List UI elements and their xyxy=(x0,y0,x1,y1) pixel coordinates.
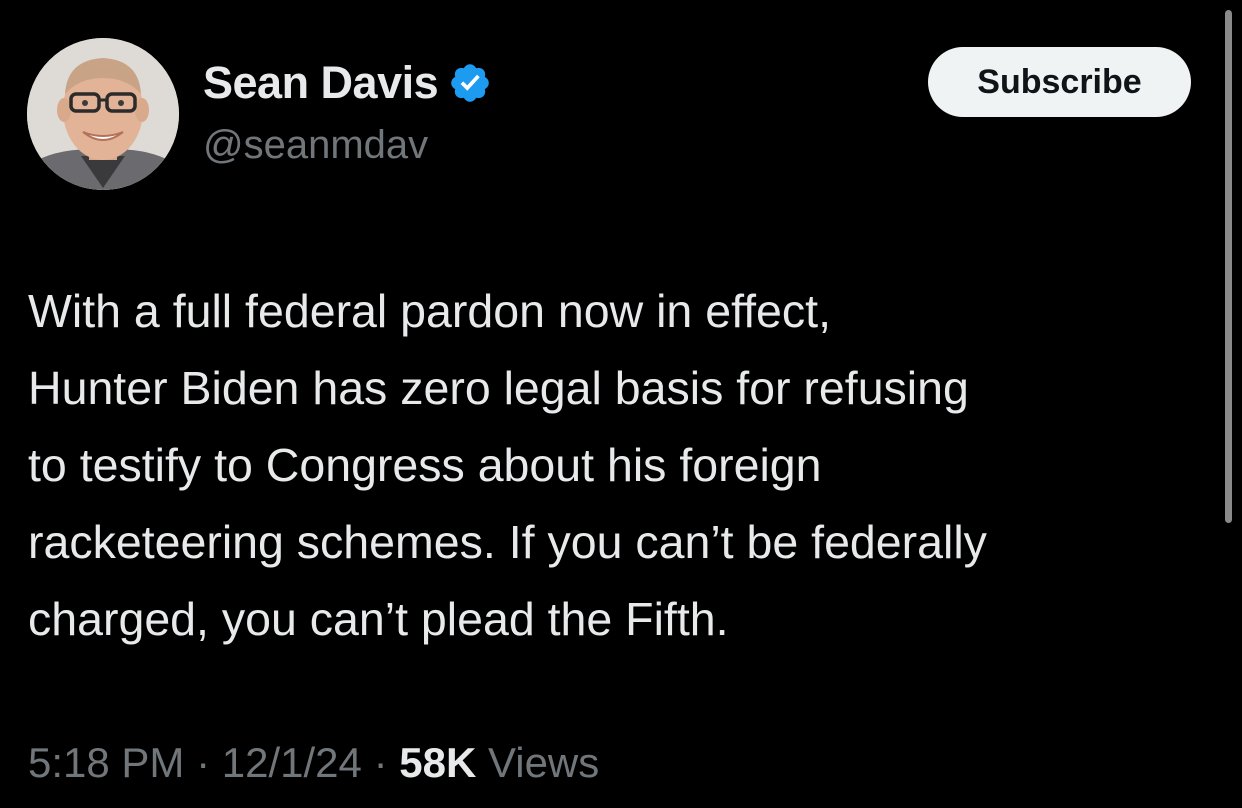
scrollbar[interactable] xyxy=(1225,10,1232,523)
tweet-meta: 5:18 PM · 12/1/24 · 58K Views xyxy=(28,735,599,791)
views-count: 58K xyxy=(399,739,477,786)
author-name-row: Sean Davis xyxy=(203,56,492,110)
profile-photo xyxy=(27,38,179,190)
tweet-text-line: racketeering schemes. If you can’t be fe… xyxy=(28,516,987,568)
tweet-screen: Sean Davis @seanmdav Subscribe With a fu… xyxy=(0,0,1242,808)
views-label: Views xyxy=(487,739,600,786)
meta-separator: · xyxy=(373,739,388,786)
subscribe-button[interactable]: Subscribe xyxy=(928,47,1191,117)
tweet-text: With a full federal pardon now in effect… xyxy=(28,273,1213,658)
display-name[interactable]: Sean Davis xyxy=(203,56,439,110)
avatar[interactable] xyxy=(27,38,179,190)
tweet-date[interactable]: 12/1/24 xyxy=(222,739,362,786)
meta-separator: · xyxy=(196,739,211,786)
verified-badge-icon[interactable] xyxy=(448,61,492,105)
tweet-time[interactable]: 5:18 PM xyxy=(28,739,184,786)
handle[interactable]: @seanmdav xyxy=(203,121,428,169)
tweet-text-line: Hunter Biden has zero legal basis for re… xyxy=(28,362,969,414)
tweet-text-line: charged, you can’t plead the Fifth. xyxy=(28,593,729,645)
tweet-text-line: With a full federal pardon now in effect… xyxy=(28,285,832,337)
tweet-text-line: to testify to Congress about his foreign xyxy=(28,439,822,491)
